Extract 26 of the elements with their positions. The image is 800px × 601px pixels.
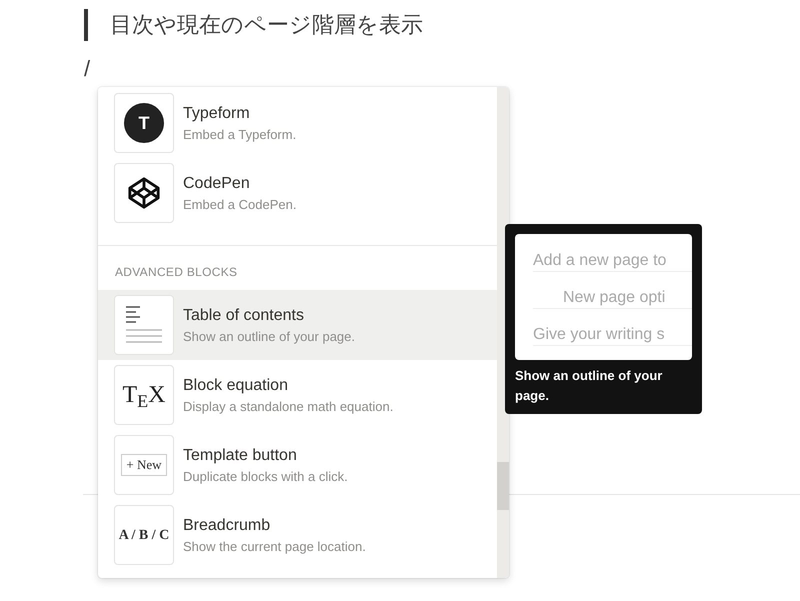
- quote-text: 目次や現在のページ階層を表示: [110, 11, 423, 39]
- item-description: Display a standalone math equation.: [183, 398, 394, 414]
- section-header: ADVANCED BLOCKS: [114, 264, 238, 281]
- item-title: Template button: [183, 446, 298, 466]
- item-title: Block equation: [183, 376, 289, 396]
- item-title: Typeform: [183, 104, 251, 124]
- item-title: Breadcrumb: [183, 516, 272, 536]
- typeform-logo-icon: T: [124, 103, 164, 143]
- item-description: Duplicate blocks with a click.: [183, 468, 348, 484]
- item-description: Show the current page location.: [183, 538, 366, 554]
- typed-slash: /: [84, 55, 92, 83]
- cube-icon: [127, 176, 161, 210]
- item-description: Embed a Typeform.: [183, 126, 296, 142]
- preview-line: New page opti: [533, 288, 692, 309]
- breadcrumb-icon: A / B / C: [118, 524, 170, 546]
- preview-line: Add a new page to: [533, 251, 692, 272]
- item-title: CodePen: [183, 174, 251, 194]
- item-description: Embed a CodePen.: [183, 196, 296, 212]
- block-menu-item[interactable]: Table of contents Show an outline of your page.: [98, 290, 497, 360]
- item-description: Show an outline of your page.: [183, 328, 356, 344]
- tex-icon: T$_{E}$X: [122, 379, 166, 411]
- scrollbar-thumb[interactable]: [497, 462, 509, 510]
- tooltip-caption: Show an outline of your page.: [515, 367, 664, 405]
- item-title: Table of contents: [183, 306, 305, 326]
- new-button-icon: + New: [121, 454, 167, 476]
- preview-line: Give your writing s: [533, 325, 692, 346]
